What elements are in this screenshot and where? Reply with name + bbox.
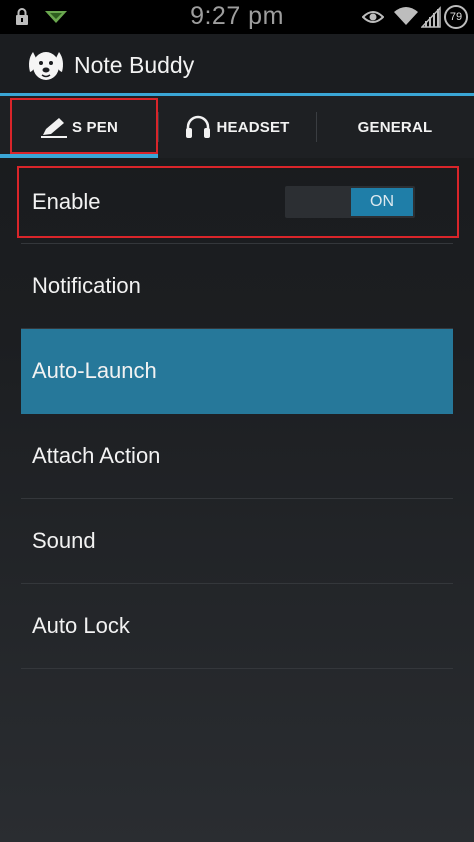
pen-icon [40,115,68,139]
app-title: Note Buddy [74,52,195,78]
enable-row: Enable ON [21,160,453,244]
signal-icon [420,6,441,33]
settings-list: Enable ON Notification Auto-Launch Attac… [21,160,453,669]
wifi-icon [393,5,419,32]
tab-s-pen-label: S PEN [71,118,118,136]
list-item-notification[interactable]: Notification [21,244,453,329]
dog-icon[interactable] [26,46,66,89]
headphones-icon [184,114,212,140]
list-item-label: Sound [32,528,96,553]
tab-bar: S PEN HEADSET GENERAL [0,96,474,158]
tab-general[interactable]: GENERAL [316,96,474,158]
status-bar: 9:27 pm 79 [0,0,474,34]
selected-tab-indicator [0,154,158,158]
list-item-auto-launch[interactable]: Auto-Launch [21,329,453,414]
list-item-attach-action[interactable]: Attach Action [21,414,453,499]
tab-general-label: GENERAL [357,118,433,136]
enable-toggle[interactable]: ON [285,186,415,218]
action-bar: Note Buddy [0,34,474,94]
app-screen: 9:27 pm 79 Note Buddy S PEN HEADSET GENE… [0,0,474,842]
battery-icon: 79 [444,5,468,29]
tab-s-pen[interactable]: S PEN [0,96,158,158]
list-item-auto-lock[interactable]: Auto Lock [21,584,453,669]
list-item-sound[interactable]: Sound [21,499,453,584]
list-item-label: Auto-Launch [32,358,157,383]
list-item-label: Auto Lock [32,613,130,638]
enable-label: Enable [32,188,101,214]
eye-icon [361,9,385,30]
toggle-on-knob: ON [351,188,413,216]
list-item-label: Attach Action [32,443,161,468]
tab-headset[interactable]: HEADSET [158,96,316,158]
tab-headset-label: HEADSET [216,118,290,136]
list-item-label: Notification [32,273,141,298]
